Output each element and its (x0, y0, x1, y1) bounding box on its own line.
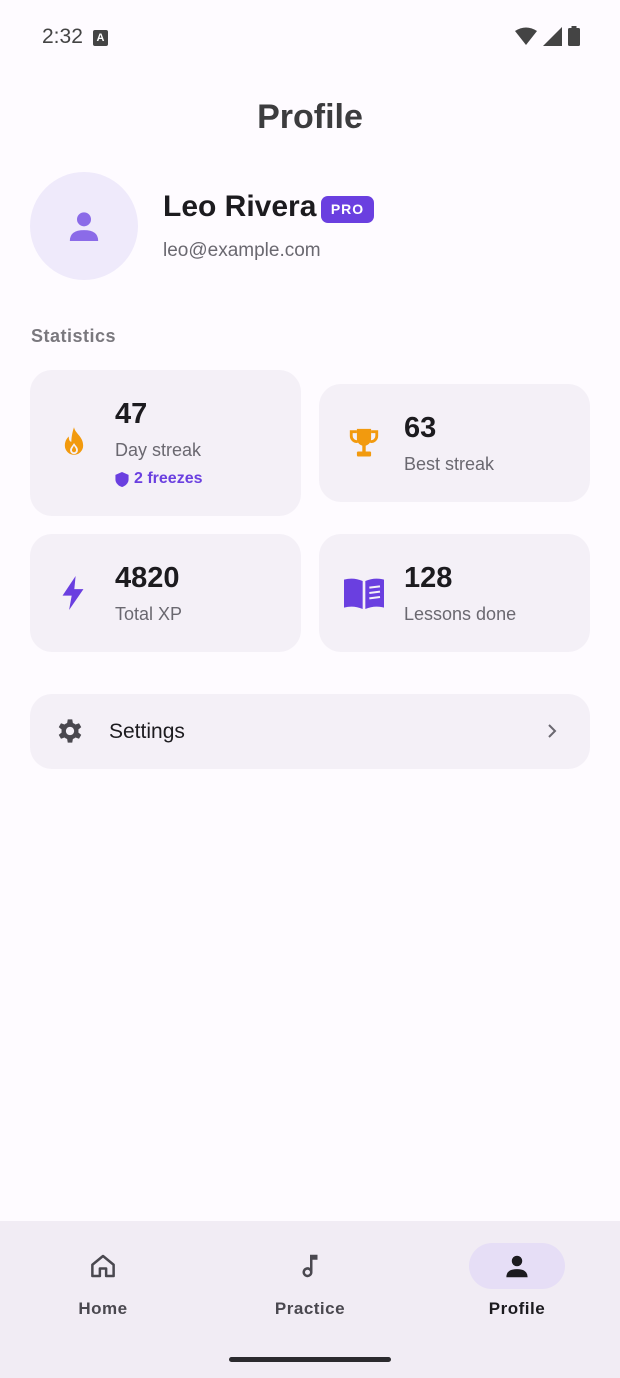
day-streak-value: 47 (115, 398, 148, 430)
pro-badge: PRO (321, 196, 374, 223)
nav-practice-label: Practice (274, 1299, 346, 1318)
stat-card-lessons-done[interactable]: 128 Lessons done (319, 534, 590, 652)
status-bar: 2:32 A (0, 0, 620, 76)
nav-item-practice[interactable]: Practice (207, 1221, 413, 1331)
home-icon (91, 1254, 115, 1278)
book-icon (344, 577, 384, 609)
total-xp-label: Total XP (115, 604, 183, 624)
total-xp-value: 4820 (115, 562, 180, 594)
trophy-icon (347, 426, 381, 460)
shield-icon (115, 471, 129, 487)
bolt-icon (58, 576, 88, 610)
freezes-count: 2 freezes (134, 470, 203, 487)
flame-icon (58, 426, 90, 460)
lessons-done-value: 128 (404, 562, 453, 594)
day-streak-label: Day streak (115, 440, 202, 460)
battery-icon (568, 26, 580, 46)
best-streak-label: Best streak (404, 454, 495, 474)
notification-icon: A (93, 30, 108, 46)
best-streak-value: 63 (404, 412, 437, 444)
stat-card-best-streak[interactable]: 63 Best streak (319, 384, 590, 502)
music-note-icon (302, 1254, 318, 1278)
lessons-done-label: Lessons done (404, 604, 517, 624)
person-icon (69, 212, 99, 241)
nav-item-profile[interactable]: Profile (414, 1221, 620, 1331)
nav-home-label: Home (78, 1299, 128, 1318)
nav-item-home[interactable]: Home (0, 1221, 206, 1331)
nav-profile-label: Profile (488, 1299, 546, 1318)
statistics-heading: Statistics (31, 326, 117, 346)
home-indicator[interactable] (229, 1357, 391, 1362)
status-icons (515, 26, 580, 46)
bottom-nav: Home Practice Profile (0, 1221, 620, 1378)
person-icon (506, 1255, 528, 1278)
wifi-icon (515, 27, 537, 45)
nav-home-pill (55, 1243, 151, 1289)
nav-profile-pill (469, 1243, 565, 1289)
signal-icon (543, 26, 562, 46)
stat-card-total-xp[interactable]: 4820 Total XP (30, 534, 301, 652)
status-time: 2:32 (42, 25, 83, 48)
user-email: leo@example.com (163, 240, 321, 261)
settings-label: Settings (109, 720, 185, 743)
gear-icon (55, 716, 85, 751)
chevron-right-icon (546, 722, 558, 745)
stat-card-day-streak[interactable]: 47 Day streak 2 freezes (30, 370, 301, 516)
streak-freezes: 2 freezes (115, 470, 203, 488)
avatar[interactable] (30, 172, 138, 280)
nav-practice-pill (262, 1243, 358, 1289)
user-name: Leo Rivera (163, 190, 317, 223)
settings-row[interactable]: Settings (30, 694, 590, 769)
page-title: Profile (257, 98, 363, 136)
